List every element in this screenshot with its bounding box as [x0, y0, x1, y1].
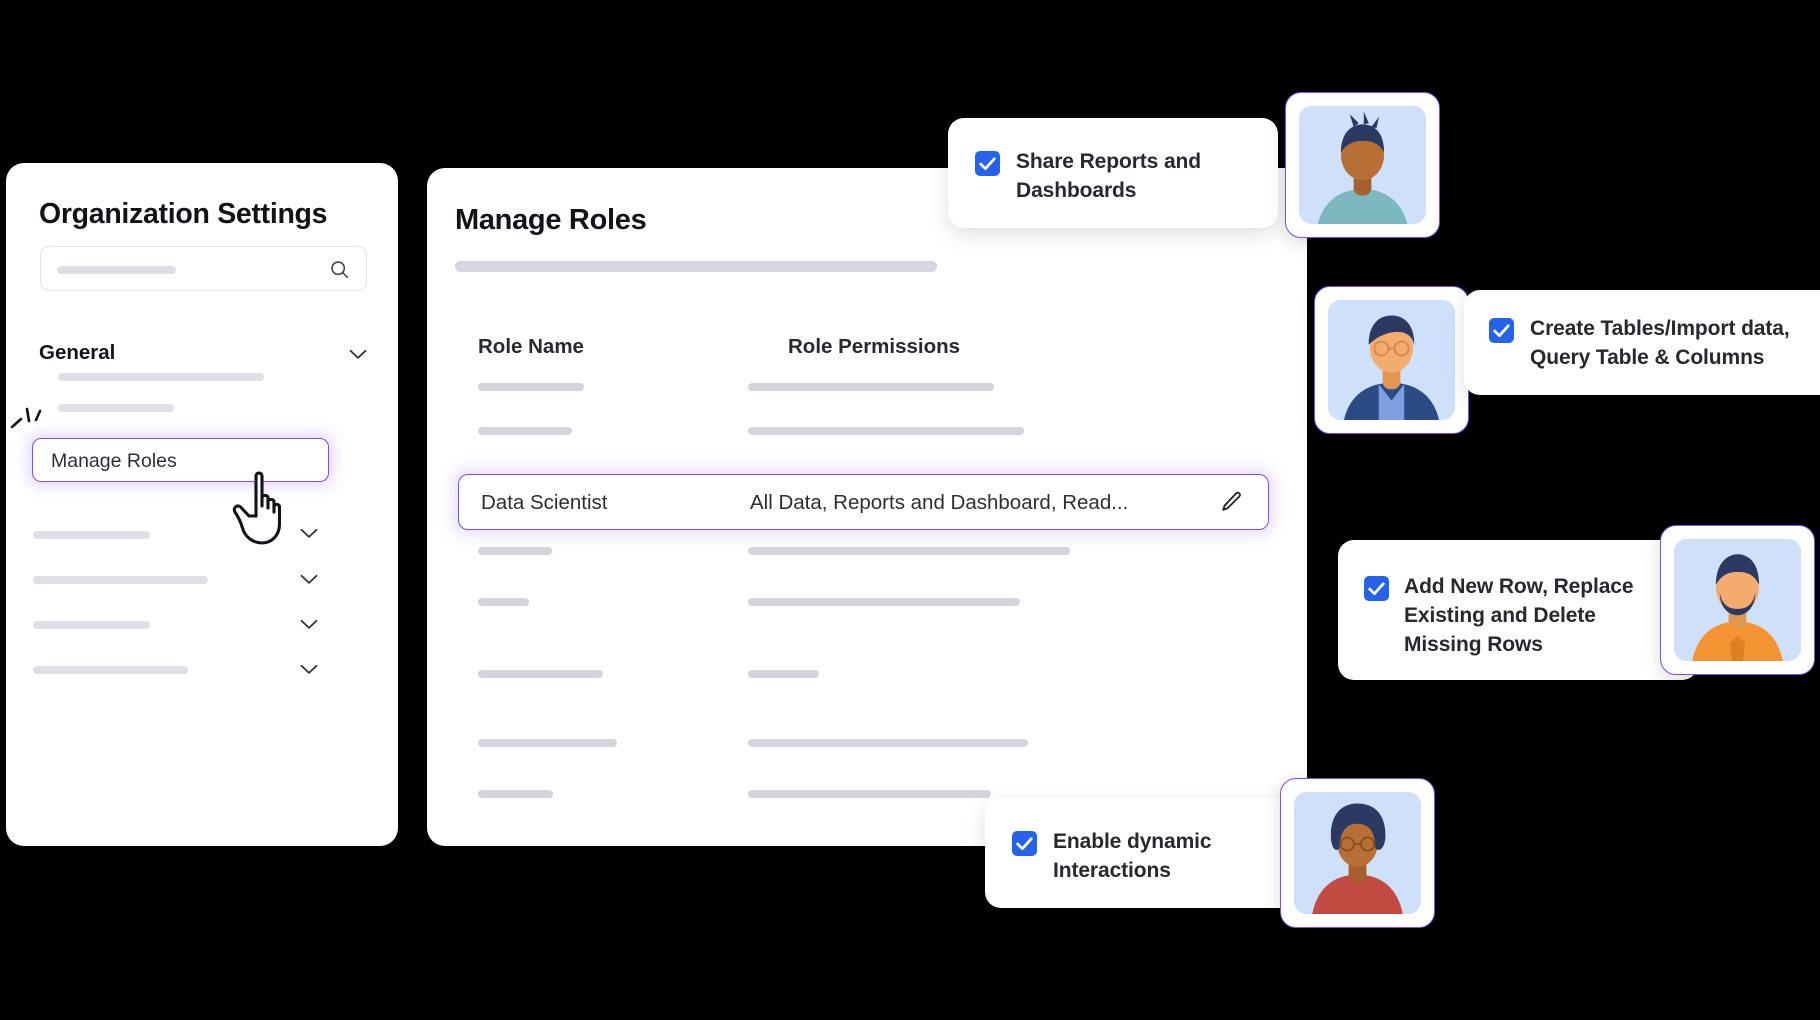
table-row-skeleton-name	[478, 598, 529, 606]
avatar-image	[1674, 539, 1801, 661]
callout-create-tables: Create Tables/Import data, Query Table &…	[1464, 290, 1820, 395]
chevron-down-icon[interactable]	[300, 574, 318, 585]
column-header-role-name: Role Name	[478, 335, 584, 358]
table-row-skeleton-perm	[748, 547, 1070, 555]
screenshot-root: Organization Settings General Manage Rol…	[0, 0, 1820, 1020]
checkbox-checked-icon[interactable]	[1364, 576, 1389, 601]
chevron-down-icon[interactable]	[300, 664, 318, 675]
sidebar-section-general-label: General	[39, 341, 116, 364]
sidebar-section-general[interactable]: General	[39, 341, 367, 367]
sidebar-skeleton-item	[33, 576, 208, 584]
table-row-skeleton-perm	[748, 383, 994, 391]
search-icon[interactable]	[329, 259, 350, 280]
chevron-down-icon[interactable]	[300, 619, 318, 630]
sidebar-skeleton-item	[58, 373, 264, 381]
checkbox-checked-icon[interactable]	[1012, 831, 1037, 856]
table-row-skeleton-perm	[748, 739, 1028, 747]
avatar-image	[1299, 106, 1426, 224]
table-row-skeleton-perm	[748, 598, 1020, 606]
avatar-share-reports	[1285, 92, 1440, 238]
table-row-skeleton-perm	[748, 427, 1024, 435]
callout-share-reports: Share Reports and Dashboards	[948, 118, 1278, 228]
chevron-down-icon[interactable]	[300, 528, 318, 539]
column-header-role-permissions: Role Permissions	[788, 335, 961, 358]
role-name-cell: Data Scientist	[481, 491, 608, 514]
panel-subtitle-skeleton	[455, 261, 937, 272]
avatar-create-tables	[1314, 286, 1469, 434]
table-row-skeleton-name	[478, 670, 603, 678]
callout-label: Share Reports and Dashboards	[1016, 150, 1202, 202]
sidebar-item-label: Manage Roles	[51, 450, 177, 472]
checkbox-checked-icon[interactable]	[975, 151, 1000, 176]
pencil-edit-icon[interactable]	[1219, 490, 1244, 515]
table-row-skeleton-name	[478, 383, 584, 391]
callout-label: Create Tables/Import data, Query Table &…	[1530, 317, 1790, 369]
callout-label: Add New Row, Replace Existing and Delete…	[1404, 575, 1634, 656]
avatar-enable-dynamic	[1280, 778, 1435, 928]
callout-enable-dynamic: Enable dynamic Interactions	[985, 798, 1307, 908]
avatar-add-new-row	[1660, 525, 1815, 675]
table-row-selected[interactable]: Data Scientist All Data, Reports and Das…	[458, 474, 1269, 530]
sidebar-skeleton-item	[33, 666, 188, 674]
panel-title: Manage Roles	[455, 204, 647, 236]
sidebar-skeleton-item	[33, 621, 150, 629]
organization-settings-panel: Organization Settings General Manage Rol…	[6, 163, 398, 846]
table-row-skeleton-perm	[748, 790, 991, 798]
table-row-skeleton-name	[478, 790, 553, 798]
page-title: Organization Settings	[39, 198, 328, 230]
search-input[interactable]	[40, 246, 367, 291]
sidebar-skeleton-item	[58, 404, 174, 412]
callout-add-new-row: Add New Row, Replace Existing and Delete…	[1338, 540, 1698, 680]
manage-roles-panel: Manage Roles Role Name Role Permissions …	[427, 168, 1307, 846]
avatar-image	[1294, 792, 1421, 914]
role-permissions-cell: All Data, Reports and Dashboard, Read...	[750, 491, 1129, 514]
table-row-skeleton-name	[478, 427, 572, 435]
table-row-skeleton-name	[478, 547, 552, 555]
sidebar-item-manage-roles[interactable]: Manage Roles	[32, 438, 329, 482]
sidebar-skeleton-item	[33, 531, 150, 539]
checkbox-checked-icon[interactable]	[1489, 318, 1514, 343]
table-row-skeleton-name	[478, 739, 617, 747]
table-row-skeleton-perm	[748, 670, 819, 678]
avatar-image	[1328, 300, 1455, 420]
search-placeholder-bar	[57, 266, 176, 274]
callout-label: Enable dynamic Interactions	[1053, 830, 1212, 882]
chevron-down-icon[interactable]	[349, 349, 367, 360]
